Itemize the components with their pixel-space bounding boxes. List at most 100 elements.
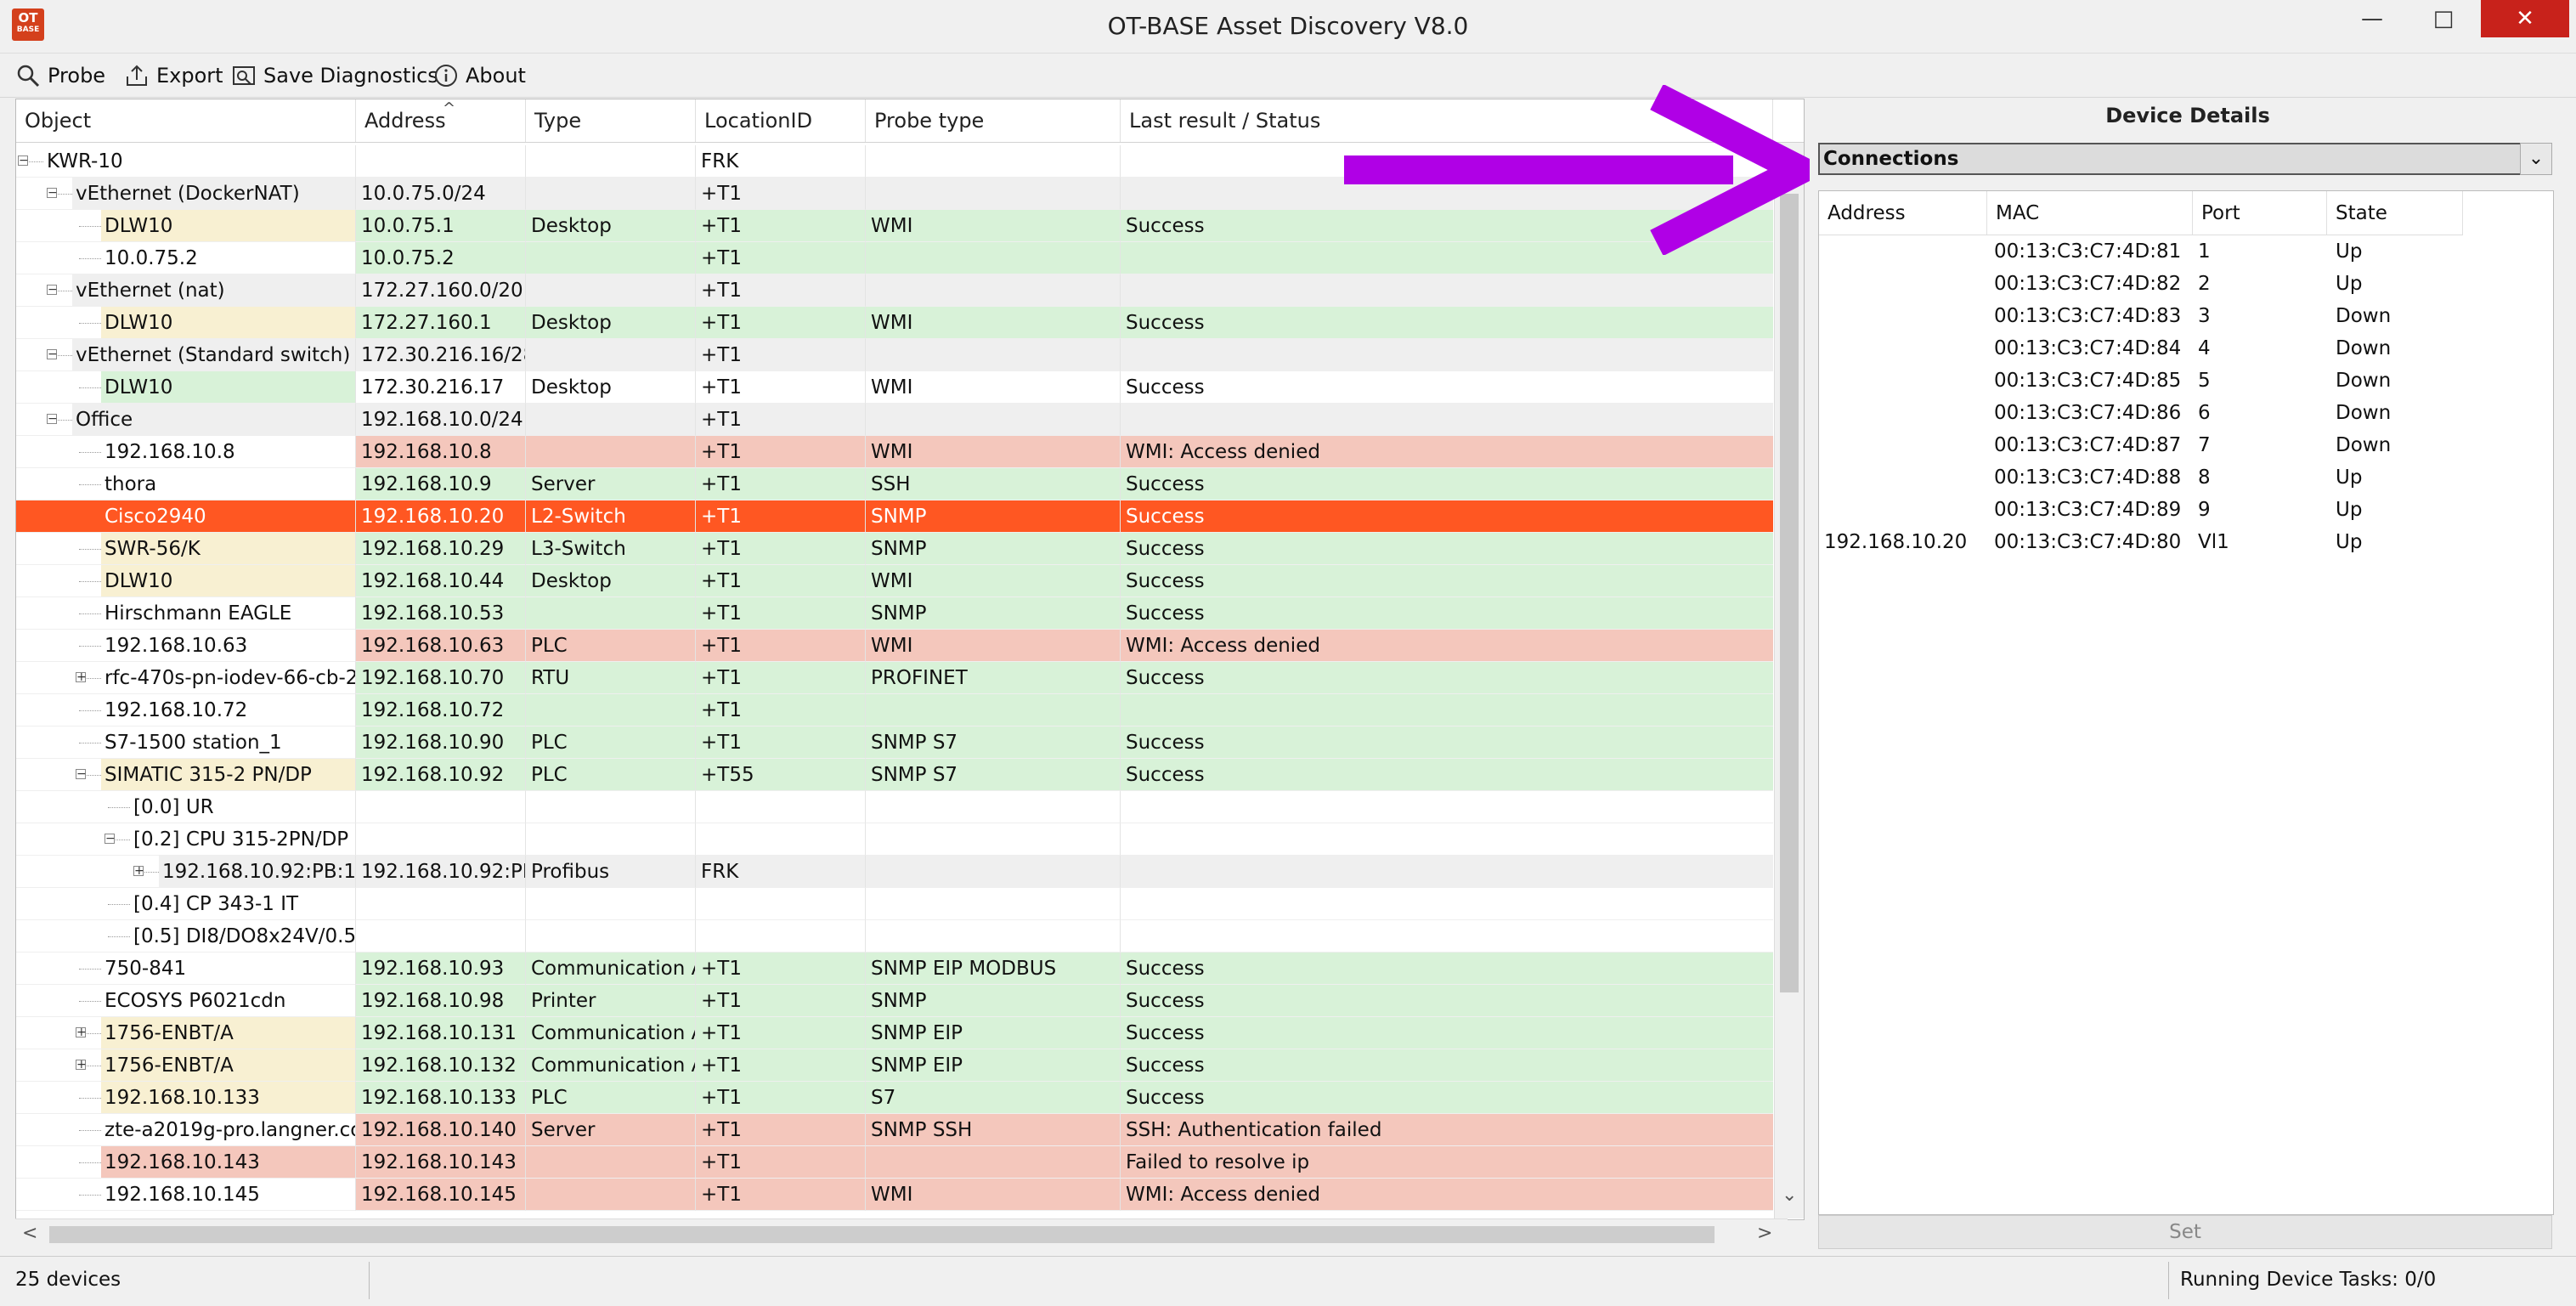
collapse-icon[interactable]: − bbox=[18, 155, 29, 167]
object-cell[interactable]: 192.168.10.8 bbox=[16, 436, 356, 468]
table-row[interactable]: 192.168.10.133 192.168.10.133 PLC +T1 S7 Succ… bbox=[16, 1082, 1773, 1114]
object-cell[interactable]: − KWR-10 bbox=[16, 145, 356, 178]
connection-row[interactable]: 00:13:C3:C7:4D:88 8 Up bbox=[1819, 461, 2551, 494]
table-row[interactable]: S7-1500 station_1 192.168.10.90 PLC +T1 SNMP… bbox=[16, 726, 1773, 759]
object-cell[interactable]: 192.168.10.72 bbox=[16, 694, 356, 726]
connection-row[interactable]: 00:13:C3:C7:4D:87 7 Down bbox=[1819, 429, 2551, 461]
table-row[interactable]: Cisco2940 192.168.10.20 L2-Switch +T1 SNMP Su… bbox=[16, 500, 1773, 533]
object-cell[interactable]: 192.168.10.63 bbox=[16, 630, 356, 662]
object-cell[interactable]: − Office bbox=[16, 404, 356, 436]
object-cell[interactable]: 10.0.75.2 bbox=[16, 242, 356, 274]
maximize-button[interactable]: □ bbox=[2409, 0, 2477, 39]
collapse-icon[interactable]: − bbox=[47, 348, 58, 360]
table-row[interactable]: + rfc-470s-pn-iodev-66-cb-29 192.168.10.70… bbox=[16, 662, 1773, 694]
column-header-state[interactable]: State bbox=[2327, 191, 2463, 235]
object-cell[interactable]: [0.5] DI8/DO8x24V/0.5A bbox=[16, 920, 356, 953]
table-row[interactable]: [0.0] UR bbox=[16, 791, 1773, 823]
object-cell[interactable]: [0.0] UR bbox=[16, 791, 356, 823]
table-row[interactable]: ECOSYS P6021cdn 192.168.10.98 Printer +T1 SN… bbox=[16, 985, 1773, 1017]
scrollbar-thumb[interactable] bbox=[1780, 194, 1799, 992]
save-diagnostics-button[interactable]: Save Diagnostics bbox=[231, 61, 438, 90]
scrollbar-thumb[interactable] bbox=[49, 1226, 1715, 1243]
scroll-right-icon[interactable]: > bbox=[1757, 1223, 1772, 1244]
scroll-left-icon[interactable]: < bbox=[22, 1223, 37, 1244]
collapse-icon[interactable]: − bbox=[47, 187, 58, 199]
table-row[interactable]: thora 192.168.10.9 Server +T1 SSH Success bbox=[16, 468, 1773, 500]
column-header-probe-type[interactable]: Probe type bbox=[866, 99, 1121, 142]
object-cell[interactable]: + rfc-470s-pn-iodev-66-cb-29 bbox=[16, 662, 356, 694]
collapse-icon[interactable]: − bbox=[47, 413, 58, 425]
object-cell[interactable]: 192.168.10.133 bbox=[16, 1082, 356, 1114]
object-cell[interactable]: 750-841 bbox=[16, 953, 356, 985]
connection-row[interactable]: 00:13:C3:C7:4D:82 2 Up bbox=[1819, 268, 2551, 300]
connection-row[interactable]: 192.168.10.20 00:13:C3:C7:4D:80 Vl1 Up bbox=[1819, 526, 2551, 558]
object-cell[interactable]: − vEthernet (nat) bbox=[16, 274, 356, 307]
table-row[interactable]: 192.168.10.143 192.168.10.143 +T1 Failed to… bbox=[16, 1146, 1773, 1179]
object-cell[interactable]: − SIMATIC 315-2 PN/DP bbox=[16, 759, 356, 791]
table-row[interactable]: +1756-ENBT/A 192.168.10.132 Communication … bbox=[16, 1049, 1773, 1082]
object-cell[interactable]: +192.168.10.92:PB:1 bbox=[16, 856, 356, 888]
details-view-select[interactable]: Connections bbox=[1818, 143, 2552, 175]
table-row[interactable]: zte-a2019g-pro.langner.com 192.168.10.140… bbox=[16, 1114, 1773, 1146]
table-row[interactable]: − Office 192.168.10.0/24 +T1 bbox=[16, 404, 1773, 436]
object-cell[interactable]: 192.168.10.145 bbox=[16, 1179, 356, 1211]
object-cell[interactable]: Cisco2940 bbox=[16, 500, 356, 533]
table-row[interactable]: Hirschmann EAGLE 192.168.10.53 +T1 SNMP Succ… bbox=[16, 597, 1773, 630]
column-header-address[interactable]: Address bbox=[1819, 191, 1987, 235]
probe-button[interactable]: Probe bbox=[15, 61, 105, 90]
object-cell[interactable]: thora bbox=[16, 468, 356, 500]
table-row[interactable]: − vEthernet (nat) 172.27.160.0/20 +T1 bbox=[16, 274, 1773, 307]
table-row[interactable]: DLW10 172.27.160.1 Desktop +T1 WMI Success bbox=[16, 307, 1773, 339]
table-row[interactable]: − SIMATIC 315-2 PN/DP 192.168.10.92 PLC +T55… bbox=[16, 759, 1773, 791]
table-row[interactable]: 192.168.10.63 192.168.10.63 PLC +T1 WMI WMI: … bbox=[16, 630, 1773, 662]
object-cell[interactable]: − [0.2] CPU 315-2PN/DP bbox=[16, 823, 356, 856]
object-cell[interactable]: − vEthernet (Standard switch) bbox=[16, 339, 356, 371]
connection-row[interactable]: 00:13:C3:C7:4D:85 5 Down bbox=[1819, 365, 2551, 397]
horizontal-scrollbar[interactable]: < > bbox=[15, 1218, 1788, 1250]
object-cell[interactable]: [0.4] CP 343-1 IT bbox=[16, 888, 356, 920]
object-cell[interactable]: DLW10 bbox=[16, 210, 356, 242]
scroll-down-icon[interactable]: ⌄ bbox=[1782, 1184, 1797, 1206]
table-row[interactable]: [0.4] CP 343-1 IT bbox=[16, 888, 1773, 920]
object-cell[interactable]: +1756-ENBT/A bbox=[16, 1049, 356, 1082]
table-row[interactable]: +192.168.10.92:PB:1192.168.10.92:PB:1Pro… bbox=[16, 856, 1773, 888]
set-button[interactable]: Set bbox=[1818, 1215, 2552, 1249]
table-row[interactable]: 192.168.10.72 192.168.10.72 +T1 bbox=[16, 694, 1773, 726]
object-cell[interactable]: DLW10 bbox=[16, 565, 356, 597]
minimize-button[interactable]: — bbox=[2338, 0, 2406, 39]
column-header-location[interactable]: LocationID bbox=[696, 99, 866, 142]
column-header-object[interactable]: Object bbox=[16, 99, 356, 142]
table-row[interactable]: − vEthernet (Standard switch) 172.30.216.1… bbox=[16, 339, 1773, 371]
expand-icon[interactable]: + bbox=[76, 1026, 87, 1038]
connection-row[interactable]: 00:13:C3:C7:4D:89 9 Up bbox=[1819, 494, 2551, 526]
vertical-scrollbar[interactable]: ⌄ bbox=[1774, 143, 1804, 1218]
object-cell[interactable]: DLW10 bbox=[16, 371, 356, 404]
object-cell[interactable]: zte-a2019g-pro.langner.com bbox=[16, 1114, 356, 1146]
column-header-type[interactable]: Type bbox=[526, 99, 696, 142]
expand-icon[interactable]: + bbox=[76, 1059, 87, 1071]
object-cell[interactable]: +1756-ENBT/A bbox=[16, 1017, 356, 1049]
collapse-icon[interactable]: − bbox=[105, 833, 116, 845]
table-row[interactable]: SWR-56/K 192.168.10.29 L3-Switch +T1 SNMP Suc… bbox=[16, 533, 1773, 565]
export-button[interactable]: Export bbox=[124, 61, 223, 90]
table-row[interactable]: − [0.2] CPU 315-2PN/DP bbox=[16, 823, 1773, 856]
connection-row[interactable]: 00:13:C3:C7:4D:83 3 Down bbox=[1819, 300, 2551, 332]
expand-icon[interactable]: + bbox=[133, 865, 144, 877]
table-row[interactable]: DLW10 172.30.216.17 Desktop +T1 WMI Success bbox=[16, 371, 1773, 404]
collapse-icon[interactable]: − bbox=[76, 768, 87, 780]
object-cell[interactable]: S7-1500 station_1 bbox=[16, 726, 356, 759]
connection-row[interactable]: 00:13:C3:C7:4D:86 6 Down bbox=[1819, 397, 2551, 429]
object-cell[interactable]: ECOSYS P6021cdn bbox=[16, 985, 356, 1017]
table-row[interactable]: DLW10 192.168.10.44 Desktop +T1 WMI Success bbox=[16, 565, 1773, 597]
table-row[interactable]: [0.5] DI8/DO8x24V/0.5A bbox=[16, 920, 1773, 953]
object-cell[interactable]: 192.168.10.143 bbox=[16, 1146, 356, 1179]
column-header-mac[interactable]: MAC bbox=[1987, 191, 2193, 235]
table-row[interactable]: 750-841 192.168.10.93 Communication A +T1 SN… bbox=[16, 953, 1773, 985]
object-cell[interactable]: SWR-56/K bbox=[16, 533, 356, 565]
object-cell[interactable]: − vEthernet (DockerNAT) bbox=[16, 178, 356, 210]
close-button[interactable]: ✕ bbox=[2481, 0, 2569, 37]
table-row[interactable]: +1756-ENBT/A 192.168.10.131 Communication … bbox=[16, 1017, 1773, 1049]
connection-row[interactable]: 00:13:C3:C7:4D:81 1 Up bbox=[1819, 235, 2551, 268]
column-header-address[interactable]: Address bbox=[356, 99, 526, 142]
table-row[interactable]: 192.168.10.8 192.168.10.8 +T1 WMI WMI: Acces… bbox=[16, 436, 1773, 468]
